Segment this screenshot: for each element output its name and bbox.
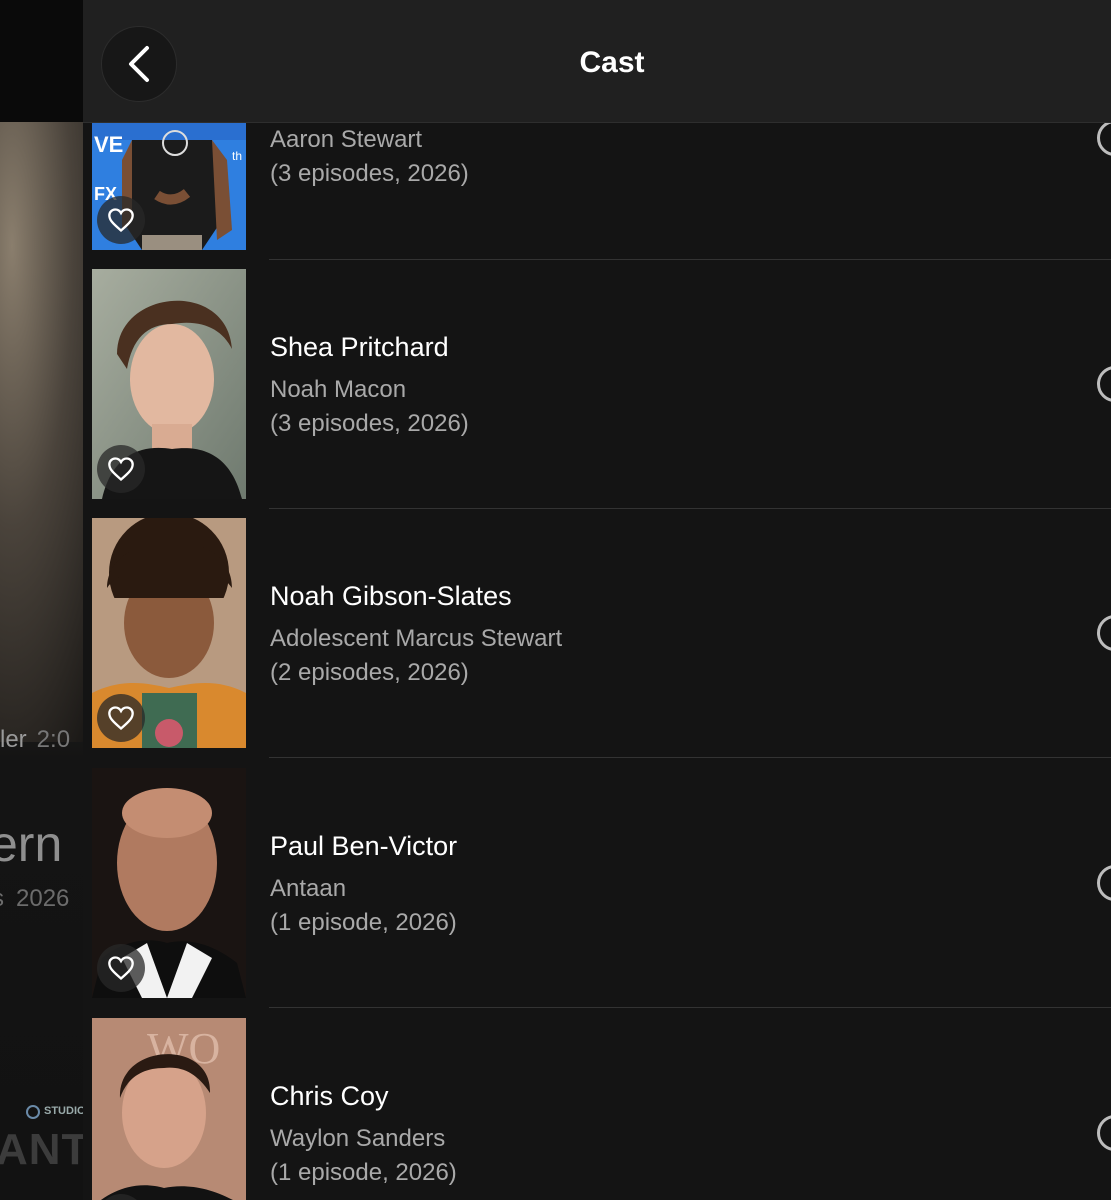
background-meta-label: ler — [0, 726, 27, 753]
cast-actor-name: Shea Pritchard — [270, 332, 449, 362]
page-title: Cast — [579, 46, 645, 79]
favorite-button[interactable] — [97, 445, 145, 493]
cast-row[interactable]: WO V Chris Coy Waylon Sanders (1 episode… — [83, 1008, 1111, 1200]
cast-role: Aaron Stewart — [270, 126, 423, 153]
background-meta-duration: 2:0 — [36, 726, 71, 753]
favorite-button[interactable] — [97, 694, 145, 742]
studio-logo-icon — [26, 1105, 40, 1119]
more-options-button[interactable] — [1097, 865, 1111, 901]
cast-photo[interactable] — [92, 768, 246, 998]
cast-role: Antaan — [270, 875, 347, 902]
favorite-button[interactable] — [97, 196, 145, 244]
heart-outline-icon — [108, 457, 134, 482]
cast-photo[interactable]: WO V — [92, 1018, 246, 1200]
cast-episodes: (1 episode, 2026) — [270, 1159, 457, 1186]
background-subtitle: s 2026 — [0, 885, 69, 913]
cast-episodes: (2 episodes, 2026) — [270, 659, 469, 686]
svg-text:VE: VE — [94, 132, 123, 157]
heart-outline-icon — [108, 706, 134, 731]
cast-actor-name: Chris Coy — [270, 1081, 389, 1111]
cast-episodes: (1 episode, 2026) — [270, 909, 457, 936]
background-meta: ler 2:0 — [0, 726, 70, 754]
cast-actor-name: Paul Ben-Victor — [270, 831, 458, 861]
cast-role: Adolescent Marcus Stewart — [270, 625, 563, 652]
cast-photo-image: WO V — [92, 1018, 246, 1200]
background-subtitle-text: s — [0, 885, 4, 912]
studio-logo-text: STUDIO — [44, 1105, 86, 1117]
more-options-button[interactable] — [1097, 1115, 1111, 1151]
sheet-header: Cast — [83, 0, 1111, 123]
background-title: ern — [0, 816, 63, 872]
more-options-button[interactable] — [1097, 615, 1111, 651]
more-options-button[interactable] — [1097, 366, 1111, 402]
cast-role: Noah Macon — [270, 376, 407, 403]
cast-row[interactable]: Paul Ben-Victor Antaan (1 episode, 2026) — [83, 758, 1111, 1008]
more-options-button[interactable] — [1097, 120, 1111, 156]
heart-outline-icon — [108, 208, 134, 233]
cast-role: Waylon Sanders — [270, 1125, 446, 1152]
cast-actor-name: Noah Gibson-Slates — [270, 581, 512, 611]
background-subtitle-year: 2026 — [16, 885, 70, 912]
cast-row[interactable]: Shea Pritchard Noah Macon (3 episodes, 2… — [83, 259, 1111, 509]
cast-episodes: (3 episodes, 2026) — [270, 160, 469, 187]
cast-sheet: VE FX th Aaron Stewart (3 episodes, 2026… — [83, 0, 1111, 1200]
cast-episodes: (3 episodes, 2026) — [270, 410, 469, 437]
cast-photo[interactable] — [92, 269, 246, 499]
cast-row[interactable]: Noah Gibson-Slates Adolescent Marcus Ste… — [83, 508, 1111, 758]
cast-photo[interactable] — [92, 518, 246, 748]
svg-text:th: th — [232, 149, 242, 163]
favorite-button[interactable] — [97, 944, 145, 992]
heart-outline-icon — [108, 956, 134, 981]
background-studio-logo: STUDIO ANTE — [0, 1105, 119, 1185]
